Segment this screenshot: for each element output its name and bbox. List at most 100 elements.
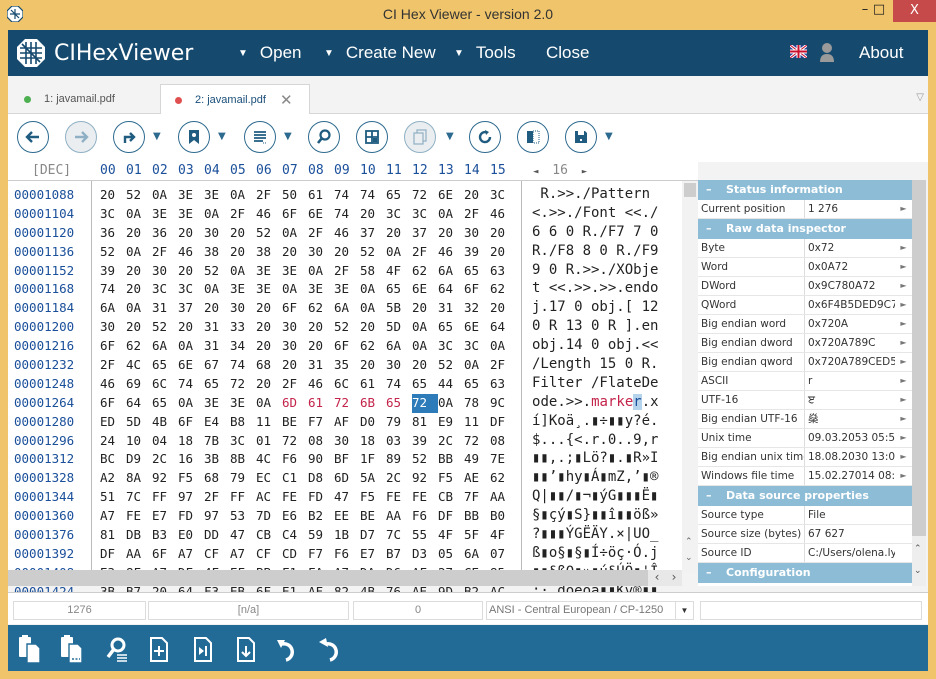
hex-byte[interactable]: 39 [464, 243, 490, 262]
hex-byte[interactable]: 20 [464, 186, 490, 205]
hex-byte[interactable]: 18 [178, 432, 204, 451]
hex-byte[interactable]: 0A [126, 205, 152, 224]
search-button[interactable] [308, 121, 340, 153]
hex-byte[interactable]: E9 [438, 413, 464, 432]
scroll-left-icon[interactable]: ‹ [648, 570, 666, 586]
hex-byte[interactable]: 3E [256, 262, 282, 281]
hex-byte[interactable]: 52 [334, 318, 360, 337]
hex-byte[interactable]: 6F [152, 545, 178, 564]
hex-byte[interactable]: 1B [334, 526, 360, 545]
hex-byte[interactable]: 52 [438, 356, 464, 375]
ascii-column[interactable]: R.>>./Pattern <.>>./Font <<./6 6 0 R./F7… [522, 181, 682, 599]
hex-byte[interactable]: AA [490, 488, 516, 507]
hex-byte[interactable]: 30 [230, 299, 256, 318]
hex-byte[interactable]: 3E [230, 394, 256, 413]
about-link[interactable]: About [859, 43, 903, 63]
hex-byte[interactable]: 3E [282, 262, 308, 281]
hex-byte[interactable]: 69 [126, 375, 152, 394]
hex-byte[interactable]: 64 [490, 318, 516, 337]
find-list-icon[interactable] [103, 634, 131, 664]
hex-byte[interactable]: 3C [178, 280, 204, 299]
hex-byte[interactable]: D3 [412, 545, 438, 564]
hex-byte[interactable]: BB [464, 507, 490, 526]
hex-byte[interactable]: 6F [100, 394, 126, 413]
ascii-row[interactable]: í]Koä¸.▮÷▮▮y?é. [522, 412, 682, 431]
hex-byte[interactable]: 6E [438, 186, 464, 205]
hex-byte[interactable]: D8 [308, 469, 334, 488]
hex-byte[interactable]: 20 [412, 356, 438, 375]
hex-byte[interactable]: AA [386, 507, 412, 526]
hex-byte[interactable]: BE [360, 507, 386, 526]
collapse-icon[interactable]: – [706, 486, 726, 506]
ascii-row[interactable]: ?▮▮▮ÝGËÄY.×|UO_ [522, 525, 682, 544]
hex-byte[interactable]: 05 [438, 545, 464, 564]
hex-byte[interactable]: 46 [256, 205, 282, 224]
section-header[interactable]: – Raw data inspector [698, 219, 912, 239]
hex-byte[interactable]: 08 [490, 432, 516, 451]
increase-width-icon[interactable]: ► [582, 167, 587, 177]
hex-byte[interactable]: 38 [256, 243, 282, 262]
hex-byte[interactable]: 68 [256, 356, 282, 375]
hex-byte[interactable]: 0A [282, 224, 308, 243]
ascii-row[interactable]: Filter /FlateDe [522, 374, 682, 393]
goto-arrow-icon[interactable]: ► [895, 448, 912, 466]
hex-byte[interactable]: 64 [126, 394, 152, 413]
ascii-row[interactable]: 0 R 13 0 R ].en [522, 317, 682, 336]
hex-byte[interactable]: 65 [204, 375, 230, 394]
hex-byte[interactable]: FE [412, 488, 438, 507]
section-header[interactable]: – Configuration [698, 563, 912, 583]
hex-byte[interactable]: 0A [438, 394, 464, 413]
ascii-row[interactable]: <.>>./Font <<./ [522, 204, 682, 223]
goto-arrow-icon[interactable]: ► [895, 410, 912, 428]
hex-byte[interactable]: 79 [230, 469, 256, 488]
hex-byte[interactable]: FE [282, 488, 308, 507]
hex-byte[interactable]: 3E [204, 186, 230, 205]
hex-byte[interactable]: 20 [256, 375, 282, 394]
hex-byte[interactable]: 67 [204, 356, 230, 375]
hex-byte[interactable]: E6 [282, 507, 308, 526]
hex-byte[interactable]: 4F [490, 526, 516, 545]
hex-byte[interactable]: 92 [152, 469, 178, 488]
hex-byte[interactable]: 62 [412, 262, 438, 281]
hex-byte[interactable]: 44 [438, 375, 464, 394]
hex-byte[interactable]: 74 [334, 205, 360, 224]
hex-byte[interactable]: 20 [438, 224, 464, 243]
hex-byte[interactable]: DF [100, 545, 126, 564]
hex-byte[interactable]: 65 [412, 375, 438, 394]
hex-byte[interactable]: 30 [334, 432, 360, 451]
hex-byte[interactable]: 0A [360, 280, 386, 299]
hex-byte[interactable]: CF [256, 545, 282, 564]
goto-arrow-icon[interactable]: ► [895, 315, 912, 333]
hex-byte[interactable]: 92 [412, 469, 438, 488]
hex-byte[interactable]: DD [204, 526, 230, 545]
hex-byte[interactable]: 0A [360, 299, 386, 318]
tab-javamail-2[interactable]: 2: javamail.pdf ✕ [160, 84, 310, 115]
append-file-icon[interactable] [232, 634, 260, 664]
hex-byte[interactable]: 46 [178, 243, 204, 262]
goto-arrow-icon[interactable]: ► [895, 467, 912, 485]
hex-byte[interactable]: 6F [334, 337, 360, 356]
ascii-row[interactable]: ß▮o§▮§▮Í÷öç·Ó.j [522, 544, 682, 563]
close-window-button[interactable]: X [893, 0, 936, 22]
hex-byte[interactable]: 20 [490, 224, 516, 243]
ascii-row[interactable]: ▮▮’▮hy▮Á▮mZ,’▮® [522, 468, 682, 487]
hex-byte[interactable]: CD [282, 545, 308, 564]
bookmark-button[interactable] [178, 121, 210, 153]
hex-byte[interactable]: 6C [152, 375, 178, 394]
hex-byte[interactable]: 20 [282, 356, 308, 375]
hex-byte[interactable]: 9C [490, 394, 516, 413]
ascii-row[interactable]: obj.14 0 obj.<< [522, 336, 682, 355]
hex-byte[interactable]: BE [282, 413, 308, 432]
ascii-row[interactable]: R.>>./Pattern [522, 185, 682, 204]
hex-byte[interactable]: 61 [360, 375, 386, 394]
hex-byte[interactable]: 5A [360, 469, 386, 488]
hex-byte[interactable]: 0A [308, 262, 334, 281]
hex-byte[interactable]: D9 [126, 450, 152, 469]
hex-byte[interactable]: AA [126, 545, 152, 564]
hex-editor[interactable]: 00001088 00001104 00001120 00001136 00001152… [8, 180, 698, 599]
hex-byte[interactable]: 37 [178, 299, 204, 318]
hex-byte[interactable]: 62 [308, 299, 334, 318]
hex-byte[interactable]: 6A [438, 262, 464, 281]
list-dropdown-icon[interactable]: ▼ [284, 131, 292, 142]
hex-byte[interactable]: 65 [464, 262, 490, 281]
